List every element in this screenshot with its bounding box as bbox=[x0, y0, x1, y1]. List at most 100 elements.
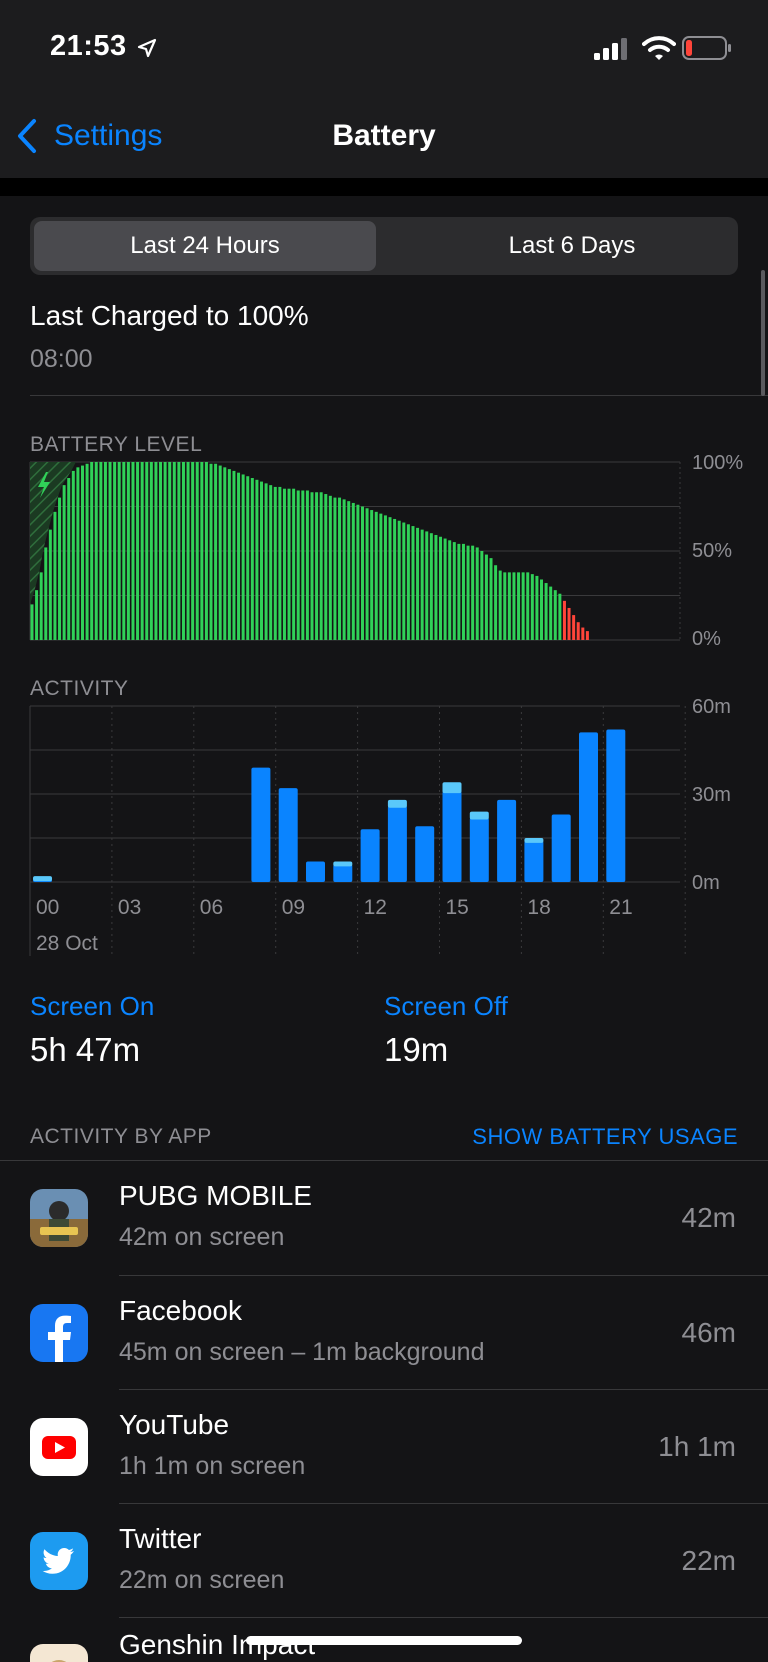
battery-level-bar bbox=[237, 472, 241, 640]
activity-label: ACTIVITY bbox=[30, 677, 129, 700]
battery-level-bar bbox=[30, 604, 34, 640]
app-detail: 22m on screen bbox=[119, 1566, 285, 1594]
battery-level-bar bbox=[484, 554, 488, 640]
battery-level-bar bbox=[581, 627, 585, 640]
battery-level-bar bbox=[195, 462, 199, 640]
battery-level-bar bbox=[117, 462, 121, 640]
battery-level-bar bbox=[282, 488, 286, 640]
battery-level-bar bbox=[503, 572, 507, 640]
battery-level-bar bbox=[489, 558, 493, 640]
list-item-youtube[interactable]: YouTube 1h 1m on screen 1h 1m bbox=[0, 1390, 768, 1504]
battery-level-bar bbox=[44, 547, 48, 640]
battery-level-bar bbox=[374, 511, 378, 640]
app-time: 46m bbox=[681, 1317, 736, 1348]
tab-last-24-hours[interactable]: Last 24 Hours bbox=[34, 221, 376, 271]
battery-level-bar bbox=[67, 478, 71, 640]
home-indicator[interactable] bbox=[246, 1636, 522, 1645]
pubg-icon bbox=[30, 1189, 88, 1247]
nav-separator bbox=[0, 178, 768, 196]
list-item-pubg-mobile[interactable]: PUBG MOBILE 42m on screen 42m bbox=[0, 1161, 768, 1275]
battery-level-bar bbox=[388, 517, 392, 640]
activity-bar-screen-off bbox=[33, 876, 52, 882]
battery-level-bar bbox=[480, 551, 484, 640]
battery-level-bar bbox=[498, 570, 502, 640]
battery-level-bar bbox=[209, 463, 213, 640]
battery-level-bar bbox=[383, 515, 387, 640]
battery-level-bar bbox=[278, 486, 282, 640]
activity-x-tick-label: 00 bbox=[36, 896, 59, 919]
show-battery-usage-button[interactable]: SHOW BATTERY USAGE bbox=[472, 1124, 738, 1150]
battery-level-bar bbox=[200, 462, 204, 640]
battery-level-bar bbox=[360, 506, 364, 640]
activity-x-tick-label: 06 bbox=[200, 896, 223, 919]
battery-level-bar bbox=[517, 572, 521, 640]
battery-level-bar bbox=[333, 497, 337, 640]
battery-level-bar bbox=[576, 622, 580, 640]
battery-level-bar bbox=[370, 510, 374, 640]
battery-level-bar bbox=[260, 481, 263, 640]
battery-level-bar bbox=[218, 465, 222, 640]
battery-level-bar bbox=[80, 465, 84, 640]
activity-chart: 00 03 06 09 12 15 18 21 28 Oct bbox=[29, 705, 686, 956]
activity-bar-screen-on bbox=[251, 767, 271, 882]
activity-bar-screen-on bbox=[306, 861, 325, 882]
battery-level-bar bbox=[214, 463, 218, 640]
battery-level-bar bbox=[434, 534, 438, 640]
genshin-icon bbox=[30, 1644, 88, 1662]
battery-level-bar bbox=[512, 572, 516, 640]
activity-bar-screen-off bbox=[442, 782, 462, 794]
battery-level-bar bbox=[305, 490, 309, 640]
activity-bar-screen-on bbox=[469, 817, 489, 882]
list-item-twitter[interactable]: Twitter 22m on screen 22m bbox=[0, 1504, 768, 1618]
battery-level-bar bbox=[379, 513, 383, 640]
list-item-facebook[interactable]: Facebook 45m on screen – 1m background 4… bbox=[0, 1276, 768, 1390]
battery-level-bar bbox=[338, 497, 342, 640]
activity-x-tick-label: 18 bbox=[527, 896, 550, 919]
battery-level-bar bbox=[149, 462, 153, 640]
time-range-segmented-control: Last 24 Hours Last 6 Days bbox=[30, 217, 738, 275]
tab-last-6-days[interactable]: Last 6 Days bbox=[410, 221, 734, 271]
battery-level-bar bbox=[99, 462, 103, 640]
battery-level-bar bbox=[163, 462, 167, 640]
battery-level-bar bbox=[420, 529, 424, 640]
app-name: Genshin Impact bbox=[119, 1629, 316, 1660]
battery-level-bar bbox=[347, 501, 351, 640]
battery-level-bar bbox=[521, 572, 525, 640]
battery-level-bar bbox=[292, 488, 296, 640]
activity-bar-screen-off bbox=[524, 838, 544, 843]
facebook-icon bbox=[30, 1304, 88, 1362]
battery-level-bar bbox=[246, 476, 250, 640]
battery-level-bar bbox=[351, 502, 355, 640]
scroll-indicator[interactable] bbox=[761, 270, 765, 396]
battery-level-bar bbox=[475, 547, 479, 640]
battery-level-bar bbox=[328, 495, 332, 640]
app-detail: 42m on screen bbox=[119, 1223, 285, 1251]
app-detail: 45m on screen – 1m background bbox=[119, 1338, 485, 1366]
battery-level-bar bbox=[62, 485, 66, 640]
app-time: 42m bbox=[681, 1202, 736, 1233]
battery-level-bar bbox=[145, 462, 149, 640]
battery-level-bar bbox=[567, 607, 571, 640]
battery-level-bar bbox=[356, 504, 360, 640]
battery-low-icon bbox=[682, 36, 731, 60]
battery-level-bar bbox=[466, 545, 470, 640]
activity-bar-screen-on bbox=[606, 729, 626, 882]
battery-level-bar bbox=[94, 462, 98, 640]
battery-level-bar bbox=[411, 526, 415, 640]
location-arrow-icon bbox=[137, 38, 157, 58]
battery-level-bar bbox=[507, 572, 511, 640]
activity-bar-screen-on bbox=[551, 814, 571, 882]
activity-bar-screen-on bbox=[579, 732, 598, 882]
battery-level-bar bbox=[393, 518, 397, 640]
battery-level-bar bbox=[585, 631, 589, 640]
battery-level-bar bbox=[572, 615, 576, 640]
battery-level-bar bbox=[204, 462, 208, 640]
battery-level-bar bbox=[315, 492, 319, 640]
battery-level-bar bbox=[35, 590, 39, 640]
battery-level-bar bbox=[457, 543, 461, 640]
battery-level-bar bbox=[255, 479, 259, 640]
battery-level-bar bbox=[269, 485, 273, 640]
battery-level-bar bbox=[250, 478, 254, 640]
battery-level-bar bbox=[443, 538, 447, 640]
battery-level-bar bbox=[553, 590, 557, 640]
